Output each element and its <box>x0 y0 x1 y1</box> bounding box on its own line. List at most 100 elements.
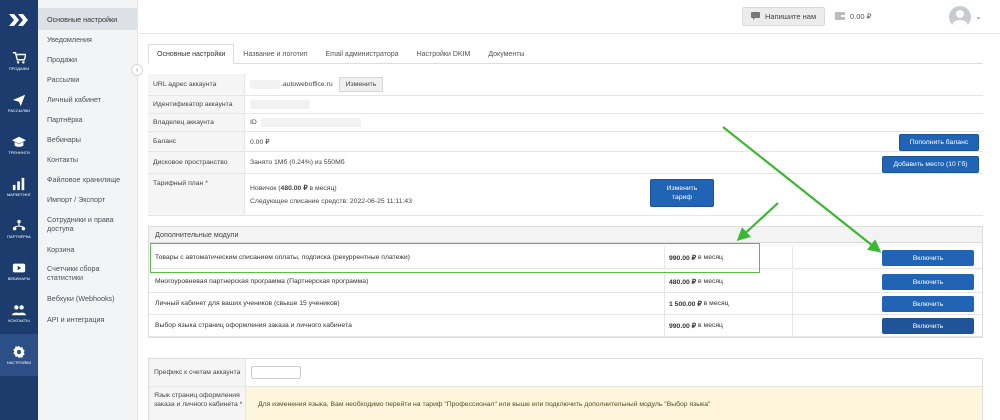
rail-item-mailings[interactable]: РАССЫЛКИ <box>0 82 38 124</box>
tariff-suffix: в месяц) <box>307 185 337 192</box>
change-url-button[interactable]: Изменить <box>338 77 384 92</box>
tab-admin-email[interactable]: Email администратора <box>316 44 407 64</box>
tab-name-logo[interactable]: Название и логотип <box>234 44 316 64</box>
rail-label: ВЕБИНАРЫ <box>7 275 31 281</box>
add-space-button[interactable]: Добавить место (10 Гб) <box>882 156 979 173</box>
rail-label: РАССЫЛКИ <box>7 107 31 113</box>
module-row: Выбор языка страниц оформления заказа и … <box>149 315 982 337</box>
enable-module-button[interactable]: Включить <box>882 250 974 266</box>
tariff-price: 480.00 ₽ <box>280 185 308 192</box>
top-bar: Напишите нам 0.00 ₽ ⌄ <box>139 0 1000 34</box>
video-icon <box>12 263 26 273</box>
graduation-cap-icon <box>12 136 26 147</box>
bar-chart-icon <box>12 177 25 190</box>
tab-documents[interactable]: Документы <box>479 44 533 64</box>
rail-item-partners[interactable]: ПАРТНЁРКА <box>0 208 38 250</box>
sidebar-item-notifications[interactable]: Уведомления <box>38 30 137 49</box>
rail-label: НАСТРОЙКИ <box>6 359 32 365</box>
partners-icon <box>12 219 26 231</box>
tariff-name: Новичок (480.00 ₽ в месяц) <box>250 184 412 192</box>
sidebar-item-cabinet[interactable]: Личный кабинет <box>38 89 137 109</box>
module-period: в месяц <box>698 322 723 329</box>
sidebar-item-mailings[interactable]: Рассылки <box>38 69 137 89</box>
module-price-value: 1 500.00 ₽ <box>669 300 702 308</box>
bottom-form: Префикс к счетам аккаунта Язык страниц о… <box>148 358 983 420</box>
sidebar-item-counters[interactable]: Счетчики сбора статистики <box>38 259 137 287</box>
redacted-id <box>250 100 310 109</box>
module-price: 990.00 ₽ в месяц <box>664 315 791 336</box>
write-us-button[interactable]: Напишите нам <box>742 7 826 26</box>
rail-item-webinars[interactable]: ВЕБИНАРЫ <box>0 250 38 292</box>
rail-label: ТРЕНИНГИ <box>8 149 30 155</box>
tariff-label: Тарифный план * <box>148 174 245 215</box>
sidebar-item-trash[interactable]: Корзина <box>38 239 137 259</box>
top-balance[interactable]: 0.00 ₽ <box>835 7 871 26</box>
prefix-label: Префикс к счетам аккаунта <box>149 359 246 386</box>
enable-module-button[interactable]: Включить <box>882 274 974 290</box>
top-balance-value: 0.00 ₽ <box>850 12 872 21</box>
module-row: Многоуровневая партнерская программа (Па… <box>149 271 982 293</box>
paper-plane-icon <box>12 94 26 106</box>
module-name: Многоуровневая партнерская программа (Па… <box>155 278 369 285</box>
prefix-input[interactable] <box>251 366 301 379</box>
write-us-label: Напишите нам <box>765 12 817 21</box>
url-row: URL адрес аккаунта .autowebоffice.ru Изм… <box>148 74 983 96</box>
sidebar-item-partners[interactable]: Партнёрка <box>38 109 137 129</box>
module-row: Товары с автоматическим списанием оплаты… <box>149 247 982 269</box>
tab-dkim[interactable]: Настройки DKIM <box>408 44 480 64</box>
chat-icon <box>751 11 760 22</box>
rail-label: КОНТАКТЫ <box>8 317 30 323</box>
module-price: 1 500.00 ₽ в месяц <box>664 293 791 314</box>
module-price-value: 480.00 ₽ <box>669 278 697 286</box>
avatar[interactable] <box>949 6 971 28</box>
sidebar-item-contacts[interactable]: Контакты <box>38 149 137 169</box>
balance-value: 0.00 ₽ <box>250 138 270 146</box>
gear-icon <box>13 345 25 358</box>
chevrons-logo-icon[interactable] <box>0 0 38 40</box>
sidebar-item-import-export[interactable]: Импорт / Экспорт <box>38 189 137 209</box>
module-name: Выбор языка страниц оформления заказа и … <box>155 322 352 329</box>
rail-item-marketing[interactable]: МАРКЕТИНГ <box>0 166 38 208</box>
collapse-sidebar-icon[interactable]: ‹ <box>131 64 143 76</box>
module-row: Личный кабинет для ваших учеников (свыше… <box>149 293 982 315</box>
change-tariff-button[interactable]: Изменить тариф <box>650 179 714 207</box>
modules-panel: Дополнительные модули Товары с автоматич… <box>148 226 983 338</box>
rail-item-sales[interactable]: ПРОДАЖИ <box>0 40 38 82</box>
prefix-row: Префикс к счетам аккаунта <box>149 359 982 387</box>
chevron-down-icon[interactable]: ⌄ <box>975 12 982 21</box>
sidebar-item-sales[interactable]: Продажи <box>38 49 137 69</box>
tab-main-settings[interactable]: Основные настройки <box>148 44 235 64</box>
disk-label: Дисковое пространство <box>148 152 245 173</box>
redacted-subdomain <box>250 80 280 89</box>
disk-row: Дисковое пространство Занято 1Мб (0.24%)… <box>148 152 983 174</box>
sidebar-item-main-settings[interactable]: Основные настройки <box>38 8 137 30</box>
language-row: Язык страниц оформления заказа и личного… <box>149 387 982 420</box>
module-period: в месяц <box>698 254 723 261</box>
icon-rail: ПРОДАЖИ РАССЫЛКИ ТРЕНИНГИ МАРКЕТИНГ ПАРТ… <box>0 0 38 420</box>
tariff-row: Тарифный план * Новичок (480.00 ₽ в меся… <box>148 174 983 216</box>
contacts-icon <box>12 304 26 316</box>
rail-item-settings[interactable]: НАСТРОЙКИ <box>0 334 38 376</box>
sidebar-item-webhooks[interactable]: Вебхуки (Webhooks) <box>38 287 137 309</box>
id-label: Идентификатор аккаунта <box>148 96 245 113</box>
module-period: в месяц <box>703 300 729 307</box>
language-notice: Для изменения языка, Вам необходимо пере… <box>246 387 982 420</box>
settings-tabs: Основные настройки Название и логотип Em… <box>148 44 983 64</box>
rail-item-contacts[interactable]: КОНТАКТЫ <box>0 292 38 334</box>
module-price-value: 990.00 ₽ <box>669 254 697 262</box>
enable-module-button[interactable]: Включить <box>882 296 974 312</box>
rail-item-trainings[interactable]: ТРЕНИНГИ <box>0 124 38 166</box>
sidebar-item-webinars[interactable]: Вебинары <box>38 129 137 149</box>
owner-value: ID <box>250 119 257 126</box>
sidebar-item-storage[interactable]: Файловое хранилище <box>38 169 137 189</box>
module-price: 990.00 ₽ в месяц <box>664 247 791 268</box>
enable-module-button[interactable]: Включить <box>882 318 974 334</box>
module-name: Товары с автоматическим списанием оплаты… <box>155 254 410 261</box>
module-price: 480.00 ₽ в месяц <box>664 271 791 292</box>
modules-title: Дополнительные модули <box>149 227 982 243</box>
top-up-balance-button[interactable]: Пополнить баланс <box>899 134 979 151</box>
sidebar-item-api[interactable]: API и интеграция <box>38 309 137 329</box>
tariff-name-text: Новичок ( <box>250 185 281 192</box>
rail-label: МАРКЕТИНГ <box>6 191 32 197</box>
sidebar-item-staff[interactable]: Сотрудники и права доступа <box>38 209 137 239</box>
